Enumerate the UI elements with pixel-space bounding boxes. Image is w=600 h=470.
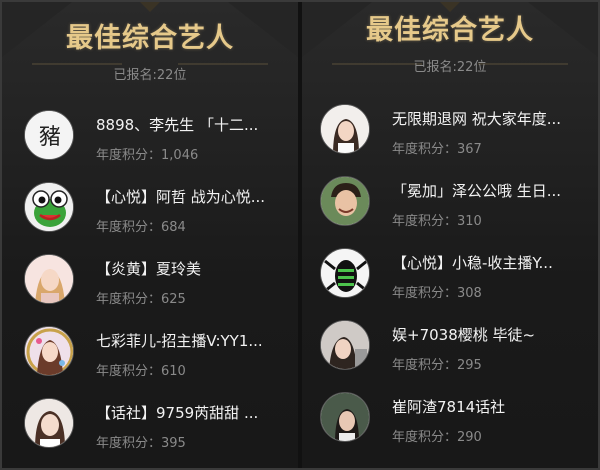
nominee-name[interactable]: 崔阿渣7814话社 [392,396,587,417]
annual-score: 年度积分：1,046 [96,144,198,163]
score-label: 年度积分： [96,436,162,451]
score-label: 年度积分： [392,142,458,157]
signup-count: 已报名:22位 [113,68,187,83]
nominee-item[interactable]: 「冕加」泽公公哦 生日... 年度积分：310 [302,170,598,246]
avatar[interactable] [24,254,74,304]
avatar[interactable] [24,182,74,232]
annual-score: 年度积分：308 [392,282,482,301]
nominee-item[interactable]: 七彩菲儿-招主播V:YY1... 年度积分：610 [2,320,298,396]
nominee-name[interactable]: 【炎黄】夏玲美 [96,258,291,279]
nominee-item[interactable]: 【炎黄】夏玲美 年度积分：625 [2,248,298,324]
score-label: 年度积分： [96,220,162,235]
score-label: 年度积分： [392,358,458,373]
avatar[interactable] [320,104,370,154]
score-value: 625 [161,292,186,307]
nominee-name[interactable]: 「冕加」泽公公哦 生日... [392,180,587,201]
score-label: 年度积分： [96,148,162,163]
avatar[interactable] [320,320,370,370]
signup-count: 已报名:22位 [413,60,487,75]
ranking-panel-right: 最佳综合艺人 已报名:22位 无限期退网 祝大家年度... 年度积分：367 「… [302,2,598,468]
nominee-name[interactable]: 8898、李先生 「十二... [96,114,291,135]
score-label: 年度积分： [96,292,162,307]
score-value: 610 [161,364,186,379]
score-value: 290 [457,430,482,445]
score-value: 1,046 [161,148,199,163]
award-title: 最佳综合艺人 [366,15,534,46]
nominee-name[interactable]: 【话社】9759芮甜甜 ... [96,402,291,423]
annual-score: 年度积分：290 [392,426,482,445]
nominee-item[interactable]: 【心悦】阿哲 战为心悦... 年度积分：684 [2,176,298,252]
annual-score: 年度积分：684 [96,216,186,235]
avatar-glyph: 豬 [39,125,61,150]
avatar[interactable] [320,392,370,442]
avatar[interactable]: 豬 [24,110,74,160]
avatar[interactable] [24,398,74,448]
nominee-name[interactable]: 娱+7038樱桃 毕徒~ [392,324,587,345]
annual-score: 年度积分：610 [96,360,186,379]
nominee-name[interactable]: 七彩菲儿-招主播V:YY1... [96,330,291,351]
nominee-item[interactable]: 无限期退网 祝大家年度... 年度积分：367 [302,98,598,174]
nominee-item[interactable]: 豬 8898、李先生 「十二... 年度积分：1,046 [2,104,298,180]
ranking-panel-left: 最佳综合艺人 已报名:22位 豬 8898、李先生 「十二... 年度积分：1,… [2,2,298,468]
nominee-item[interactable]: 【话社】9759芮甜甜 ... 年度积分：395 [2,392,298,468]
annual-score: 年度积分：310 [392,210,482,229]
avatar[interactable] [24,326,74,376]
nominee-name[interactable]: 【心悦】阿哲 战为心悦... [96,186,291,207]
nominee-name[interactable]: 无限期退网 祝大家年度... [392,108,587,129]
score-value: 367 [457,142,482,157]
award-title: 最佳综合艺人 [66,23,234,54]
nominee-name[interactable]: 【心悦】小稳-收主播Y... [392,252,587,273]
nominee-item[interactable]: 娱+7038樱桃 毕徒~ 年度积分：295 [302,314,598,390]
annual-score: 年度积分：367 [392,138,482,157]
nominee-item[interactable]: 【心悦】小稳-收主播Y... 年度积分：308 [302,242,598,318]
score-label: 年度积分： [96,364,162,379]
annual-score: 年度积分：625 [96,288,186,307]
score-value: 395 [161,436,186,451]
avatar[interactable] [320,248,370,298]
score-value: 308 [457,286,482,301]
score-value: 684 [161,220,186,235]
score-label: 年度积分： [392,430,458,445]
score-value: 295 [457,358,482,373]
annual-score: 年度积分：395 [96,432,186,451]
score-label: 年度积分： [392,214,458,229]
nominee-item[interactable]: 崔阿渣7814话社 年度积分：290 [302,386,598,462]
annual-score: 年度积分：295 [392,354,482,373]
score-label: 年度积分： [392,286,458,301]
avatar[interactable] [320,176,370,226]
score-value: 310 [457,214,482,229]
